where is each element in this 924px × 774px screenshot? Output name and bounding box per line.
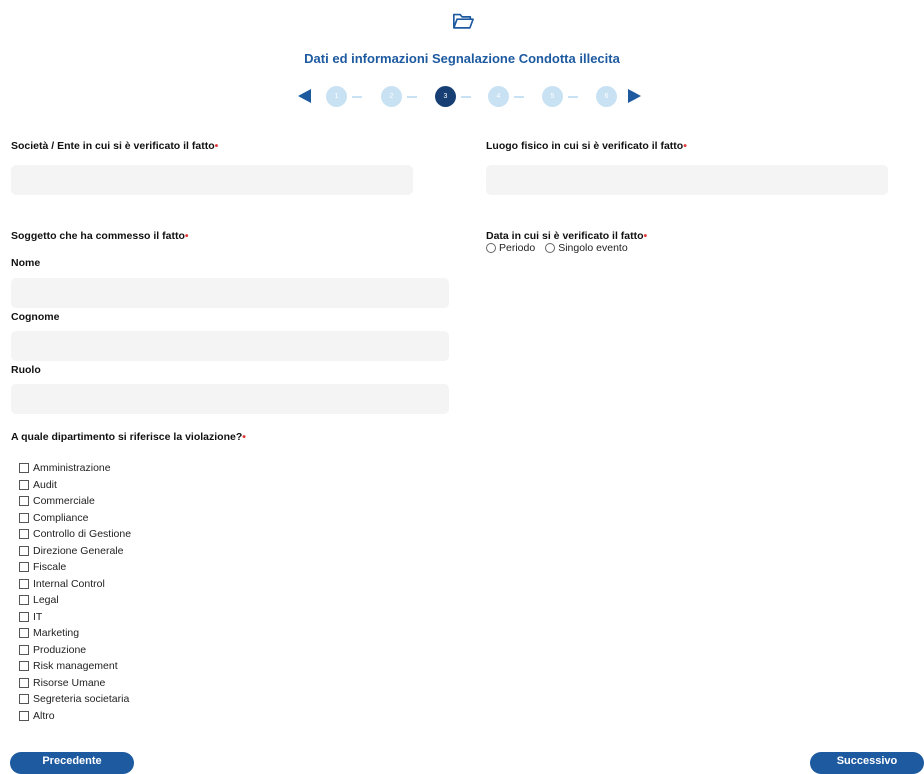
department-option: Amministrazione: [19, 460, 131, 477]
step-connector: [407, 96, 417, 98]
step-connector: [352, 96, 362, 98]
department-option: Risorse Umane: [19, 675, 131, 692]
department-checkbox[interactable]: [19, 463, 29, 474]
required-mark: •: [184, 230, 189, 242]
department-checkbox[interactable]: [19, 512, 29, 523]
department-checkbox[interactable]: [19, 562, 29, 573]
required-mark: •: [242, 431, 246, 443]
cognome-input[interactable]: [11, 331, 449, 361]
ruolo-label: Ruolo: [11, 364, 41, 376]
step-connector: [514, 96, 524, 98]
step-2[interactable]: 2: [381, 86, 402, 107]
required-mark: •: [214, 140, 219, 152]
department-option: Audit: [19, 477, 131, 494]
soggetto-label: Soggetto che ha commesso il fatto•: [11, 230, 189, 242]
required-mark: •: [683, 140, 687, 152]
cognome-label: Cognome: [11, 311, 60, 323]
periodo-radio-label: Periodo: [499, 242, 536, 254]
societa-label: Società / Ente in cui si è verificato il…: [11, 140, 219, 152]
data-label: Data in cui si è verificato il fatto•: [486, 230, 648, 242]
step-connector: [568, 96, 578, 98]
department-checkbox[interactable]: [19, 644, 29, 655]
department-checkbox[interactable]: [19, 529, 29, 540]
step-6[interactable]: 6: [596, 86, 617, 107]
luogo-label: Luogo fisico in cui si è verificato il f…: [486, 140, 687, 152]
department-checkbox[interactable]: [19, 694, 29, 705]
department-option: Direzione Generale: [19, 543, 131, 560]
page-title: Dati ed informazioni Segnalazione Condot…: [304, 51, 620, 66]
department-option: Altro: [19, 708, 131, 725]
stepper: 1 2 3 4 5 6: [298, 86, 644, 107]
department-option: Produzione: [19, 642, 131, 659]
department-checkbox[interactable]: [19, 677, 29, 688]
department-option: Internal Control: [19, 576, 131, 593]
required-mark: •: [643, 230, 648, 242]
department-checkbox[interactable]: [19, 578, 29, 589]
periodo-radio[interactable]: [486, 243, 496, 253]
step-4[interactable]: 4: [488, 86, 509, 107]
department-checkbox[interactable]: [19, 611, 29, 622]
ruolo-input[interactable]: [11, 384, 449, 414]
data-radio-group: Periodo Singolo evento: [486, 242, 638, 254]
previous-button[interactable]: Precedente: [10, 752, 134, 774]
singolo-evento-radio-label: Singolo evento: [558, 242, 628, 254]
folder-icon: [453, 13, 474, 29]
department-option: Marketing: [19, 625, 131, 642]
department-checkbox[interactable]: [19, 628, 29, 639]
department-checkbox[interactable]: [19, 479, 29, 490]
step-5[interactable]: 5: [542, 86, 563, 107]
department-checkbox[interactable]: [19, 661, 29, 672]
previous-step-arrow-icon[interactable]: [298, 89, 311, 103]
department-checkbox[interactable]: [19, 496, 29, 507]
department-checklist: Amministrazione Audit Commerciale Compli…: [19, 460, 131, 724]
step-connector: [461, 96, 471, 98]
department-option: Fiscale: [19, 559, 131, 576]
nome-input[interactable]: [11, 278, 449, 308]
dipartimento-label: A quale dipartimento si riferisce la vio…: [11, 431, 246, 443]
department-option: Compliance: [19, 510, 131, 527]
next-button[interactable]: Successivo: [810, 752, 924, 774]
singolo-evento-radio[interactable]: [545, 243, 556, 253]
department-option: IT: [19, 609, 131, 626]
department-checkbox[interactable]: [19, 595, 29, 606]
department-option: Risk management: [19, 658, 131, 675]
department-checkbox[interactable]: [19, 710, 29, 721]
department-checkbox[interactable]: [19, 545, 29, 556]
step-3-current[interactable]: 3: [435, 86, 456, 107]
next-step-arrow-icon[interactable]: [628, 89, 641, 103]
luogo-input[interactable]: [486, 165, 888, 195]
department-option: Controllo di Gestione: [19, 526, 131, 543]
department-option: Legal: [19, 592, 131, 609]
societa-input[interactable]: [11, 165, 413, 195]
department-option: Segreteria societaria: [19, 691, 131, 708]
step-1[interactable]: 1: [326, 86, 347, 107]
nome-label: Nome: [11, 257, 41, 269]
department-option: Commerciale: [19, 493, 131, 510]
